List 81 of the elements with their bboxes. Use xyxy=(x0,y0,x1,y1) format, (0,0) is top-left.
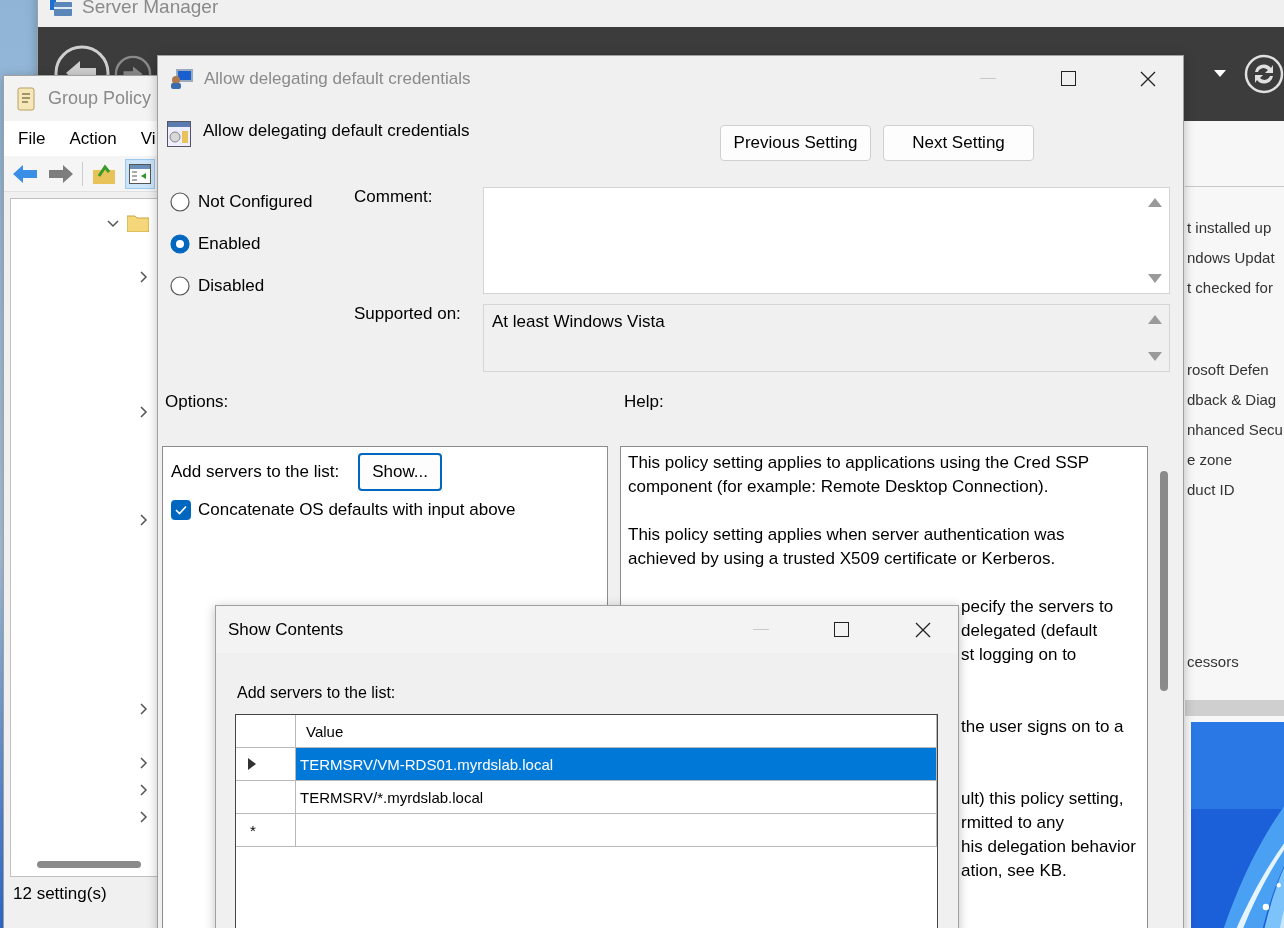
row-header[interactable] xyxy=(236,748,296,781)
help-text: delegated (default xyxy=(961,620,1098,642)
table-cell[interactable]: TERMSRV/VM-RDS01.myrdslab.local xyxy=(296,748,937,781)
table-cell[interactable] xyxy=(296,814,937,847)
current-row-icon xyxy=(248,758,256,770)
section-label: Options: xyxy=(165,392,230,413)
help-text: achieved by using a trusted X509 certificate or Kerberos. xyxy=(628,548,1056,570)
help-text: rmitted to any xyxy=(961,812,1064,834)
expand-chevron[interactable] xyxy=(137,405,149,418)
folder-icon xyxy=(127,213,149,232)
menu-item[interactable]: File xyxy=(18,128,46,149)
field-label: Comment: xyxy=(354,187,434,207)
table-cell[interactable]: TERMSRV/*.myrdslab.local xyxy=(296,781,937,814)
list-label: Add servers to the list: xyxy=(237,683,397,703)
status-text: 12 setting(s) xyxy=(13,884,107,904)
scroll-icon xyxy=(14,85,38,112)
expand-chevron[interactable] xyxy=(137,783,149,796)
radio-option[interactable]: Not Configured xyxy=(170,187,354,217)
setting-icon xyxy=(167,121,191,147)
tree-toggle-button[interactable] xyxy=(125,158,155,189)
option-label: Add servers to the list: xyxy=(171,462,340,482)
refresh-button[interactable] xyxy=(1244,54,1284,94)
window-title: Server Manager xyxy=(82,0,219,18)
maximize-icon[interactable] xyxy=(1060,71,1076,86)
detail-text: cessors xyxy=(1187,652,1239,672)
help-text: st logging on to xyxy=(961,644,1077,666)
close-icon[interactable] xyxy=(914,621,931,638)
help-text: This policy setting applies when server authentication was xyxy=(628,524,1065,546)
field-value: At least Windows Vista xyxy=(491,311,666,333)
detail-text: e zone xyxy=(1187,450,1233,470)
column-header: Value xyxy=(296,715,937,748)
server-icon xyxy=(50,0,72,16)
checkbox-icon[interactable] xyxy=(171,500,191,520)
forward-button[interactable] xyxy=(114,55,152,75)
scroll-up-arrow[interactable] xyxy=(1148,198,1162,207)
detail-text: ndows Updat xyxy=(1187,248,1275,268)
radio-option[interactable]: Disabled xyxy=(170,271,354,301)
help-text: his delegation behavior xyxy=(961,836,1136,858)
menu-item[interactable]: Action xyxy=(69,128,117,149)
new-row-marker[interactable]: * xyxy=(236,814,296,847)
radio-icon[interactable] xyxy=(170,192,190,212)
menu-item[interactable]: Vi xyxy=(140,128,156,149)
expand-chevron[interactable] xyxy=(137,270,149,283)
expand-chevron[interactable] xyxy=(137,702,149,715)
help-text: This policy setting applies to applications using the Cred SSP xyxy=(628,452,1090,474)
detail-text: t installed up xyxy=(1187,218,1272,238)
scrollbar-thumb[interactable] xyxy=(1160,471,1168,691)
show-button[interactable]: Show... xyxy=(358,453,442,491)
comment-field[interactable] xyxy=(483,187,1170,294)
back-button[interactable] xyxy=(54,45,110,75)
scroll-down-arrow[interactable] xyxy=(1148,274,1162,283)
help-text: ation, see KB. xyxy=(961,860,1067,882)
expand-chevron[interactable] xyxy=(137,756,149,769)
section-label: Help: xyxy=(624,392,665,413)
radio-icon[interactable] xyxy=(170,234,190,254)
computer-icon xyxy=(170,67,194,90)
dialog-heading: Allow delegating default credentials xyxy=(203,121,470,142)
expand-chevron[interactable] xyxy=(137,810,149,823)
help-text: the user signs on to a xyxy=(961,716,1124,738)
nav-button[interactable]: Previous Setting xyxy=(720,125,871,161)
close-icon[interactable] xyxy=(1140,70,1156,87)
window-title: Show Contents xyxy=(228,619,344,640)
detail-text: t checked for xyxy=(1187,278,1273,298)
radio-option[interactable]: Enabled xyxy=(170,229,354,259)
detail-text: nhanced Secu xyxy=(1187,420,1283,440)
scrollbar-thumb[interactable] xyxy=(37,861,141,868)
field-label: Supported on: xyxy=(354,304,462,324)
help-text: ult) this policy setting, xyxy=(961,788,1124,810)
window-title: Group Policy xyxy=(48,88,152,109)
expand-chevron[interactable] xyxy=(137,513,149,526)
nav-button[interactable]: Next Setting xyxy=(883,125,1034,161)
dropdown-caret-icon[interactable] xyxy=(1214,70,1226,78)
help-text: pecify the servers to xyxy=(961,596,1114,618)
detail-text: duct ID xyxy=(1187,480,1235,500)
window-title: Allow delegating default credentials xyxy=(204,68,471,89)
concatenate-checkbox[interactable]: Concatenate OS defaults with input above xyxy=(171,500,599,520)
maximize-icon[interactable] xyxy=(834,622,849,637)
help-text: component (for example: Remote Desktop Connection). xyxy=(628,476,1049,498)
detail-text: rosoft Defen xyxy=(1187,360,1269,380)
detail-text: dback & Diag xyxy=(1187,390,1277,410)
radio-icon[interactable] xyxy=(170,276,190,296)
